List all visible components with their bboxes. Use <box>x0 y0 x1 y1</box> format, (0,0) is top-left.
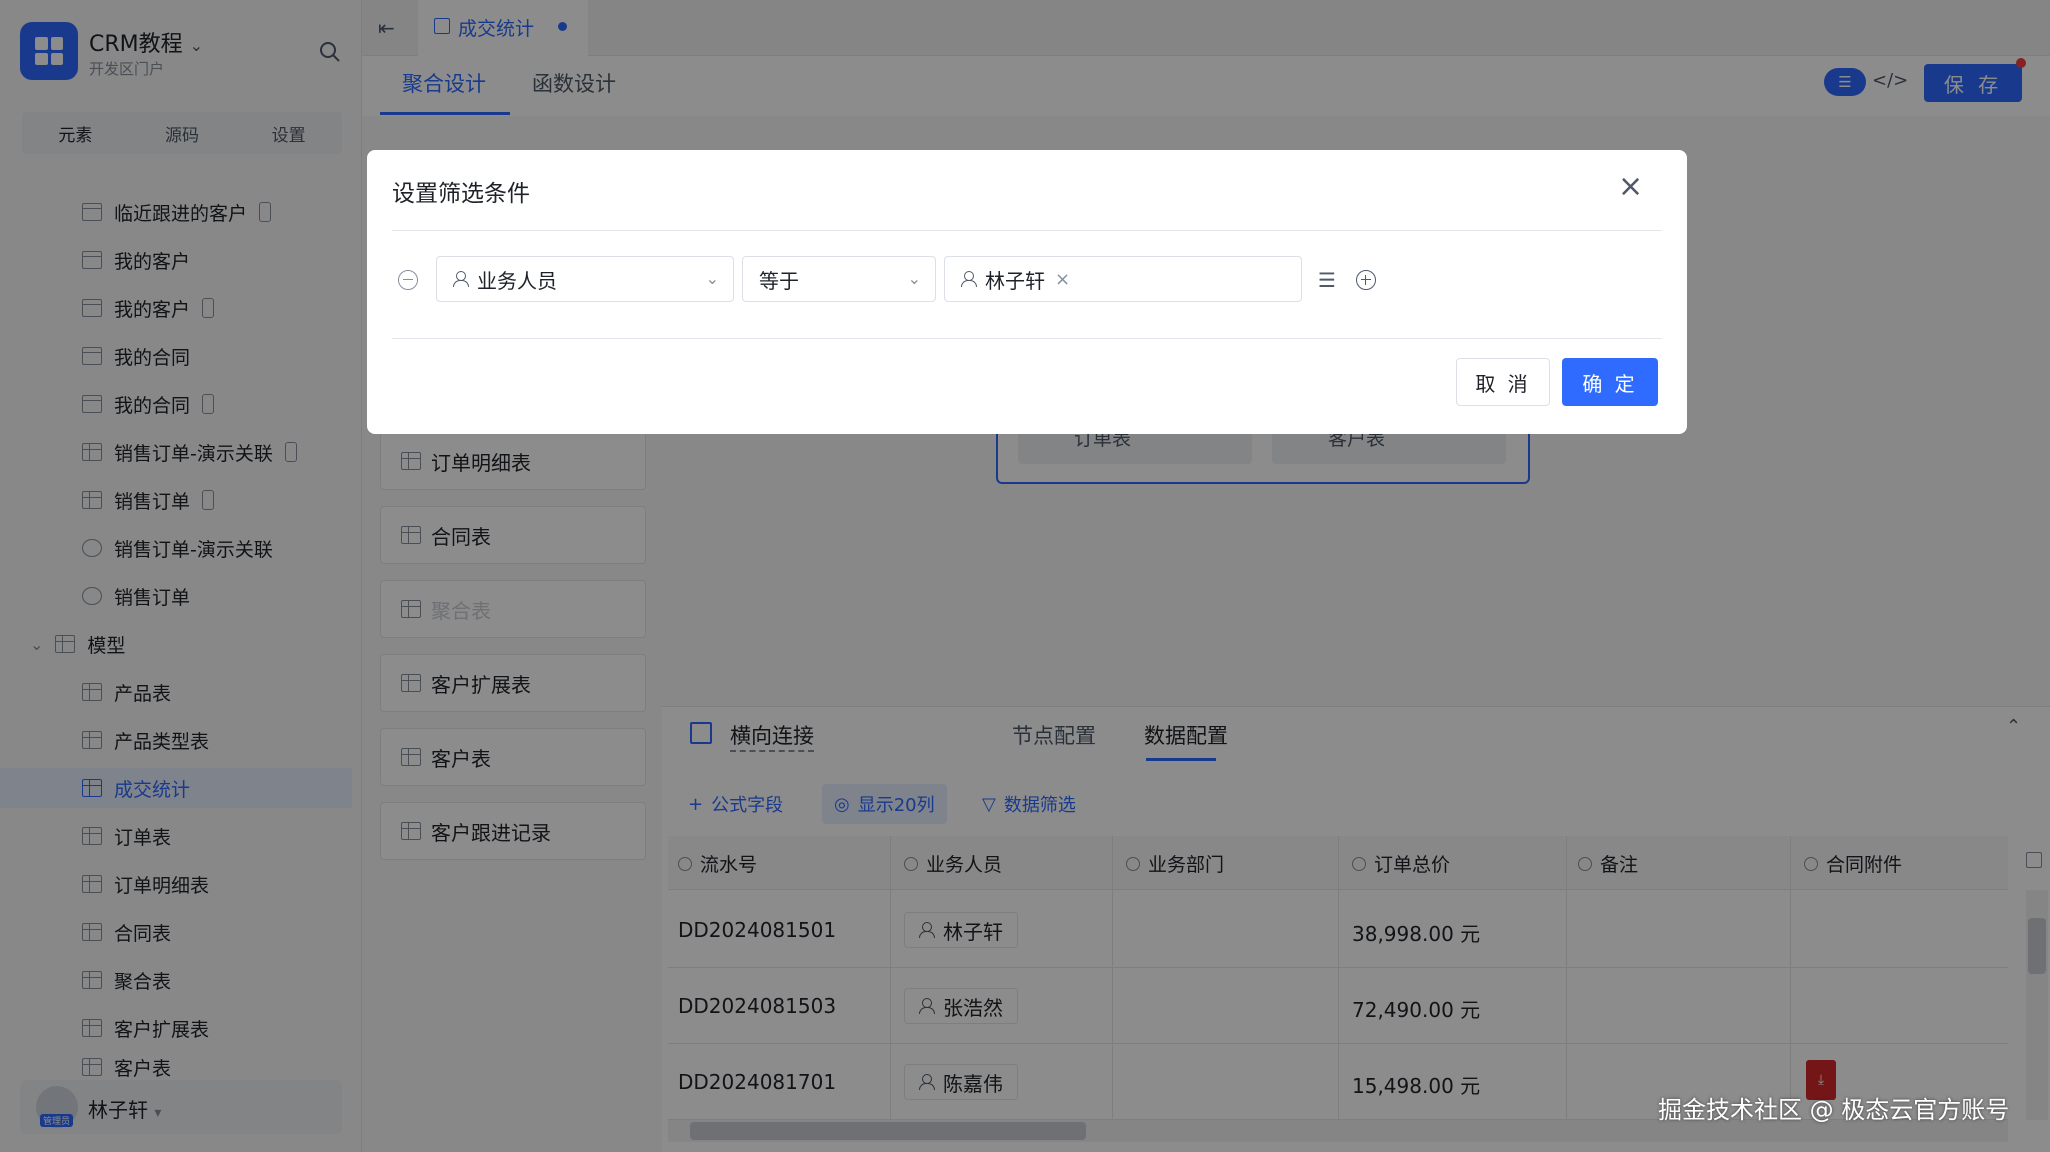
operator-select[interactable]: 等于 ⌄ <box>742 256 936 302</box>
person-icon <box>453 271 469 287</box>
chevron-down-icon: ⌄ <box>705 269 719 288</box>
tag-close-icon[interactable]: × <box>1055 269 1070 290</box>
add-condition-icon[interactable] <box>1356 270 1376 290</box>
value-tag: 林子轩 × <box>961 265 1070 294</box>
value-input[interactable]: 林子轩 × <box>944 256 1302 302</box>
filter-options-icon[interactable]: ☰ <box>1318 268 1336 292</box>
remove-condition-icon[interactable] <box>398 270 418 290</box>
chevron-down-icon: ⌄ <box>907 269 921 288</box>
confirm-button[interactable]: 确 定 <box>1562 358 1658 406</box>
field-select[interactable]: 业务人员 ⌄ <box>436 256 734 302</box>
watermark: 掘金技术社区 @ 极态云官方账号 <box>1658 1096 2010 1124</box>
divider <box>392 338 1662 339</box>
divider <box>392 230 1662 231</box>
cancel-button[interactable]: 取 消 <box>1456 358 1550 406</box>
person-icon <box>961 271 977 287</box>
dialog-title: 设置筛选条件 <box>392 181 530 207</box>
close-icon[interactable]: × <box>1618 172 1643 202</box>
